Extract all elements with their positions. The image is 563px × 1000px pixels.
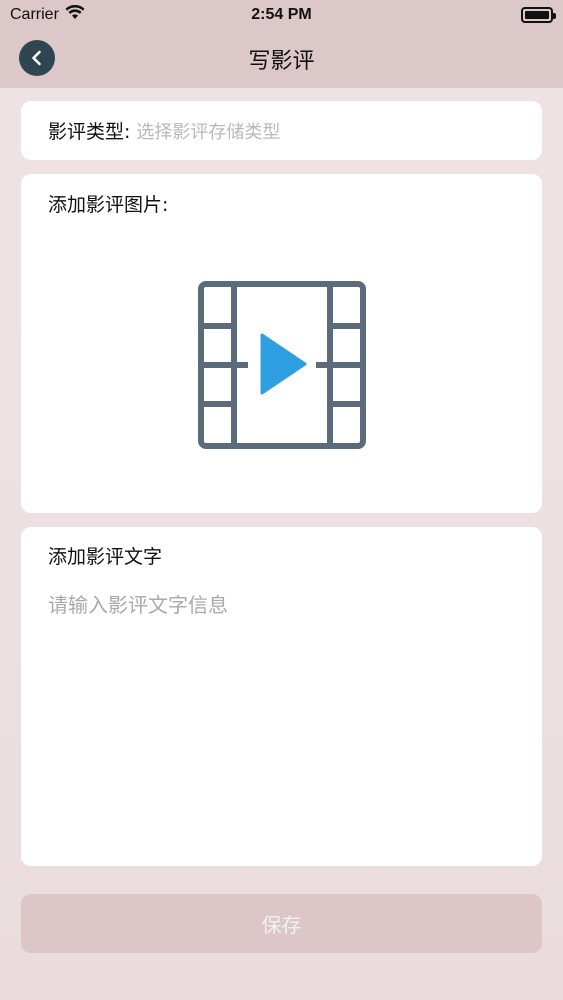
status-right xyxy=(521,7,556,23)
status-bar: Carrier 2:54 PM xyxy=(0,0,563,30)
review-type-placeholder[interactable]: 选择影评存储类型 xyxy=(136,118,280,144)
back-button[interactable] xyxy=(19,40,55,76)
nav-bar: 写影评 xyxy=(0,30,563,88)
video-film-icon[interactable] xyxy=(198,281,366,449)
wifi-icon xyxy=(65,4,85,25)
save-button[interactable]: 保存 xyxy=(21,894,542,953)
review-text-input[interactable] xyxy=(48,589,518,849)
page-title: 写影评 xyxy=(248,49,315,74)
status-left: Carrier xyxy=(10,4,85,25)
battery-fill xyxy=(525,11,549,19)
carrier-label: Carrier xyxy=(10,6,59,23)
chevron-left-icon xyxy=(32,50,41,66)
review-type-selector[interactable]: 影评类型: 选择影评存储类型 xyxy=(21,101,542,160)
review-image-card: 添加影评图片: xyxy=(21,174,542,513)
review-text-card: 添加影评文字 xyxy=(21,527,542,866)
battery-icon xyxy=(521,7,556,23)
review-text-label: 添加影评文字 xyxy=(48,546,163,568)
review-image-label: 添加影评图片: xyxy=(48,194,169,216)
review-type-label: 影评类型: xyxy=(48,121,131,143)
